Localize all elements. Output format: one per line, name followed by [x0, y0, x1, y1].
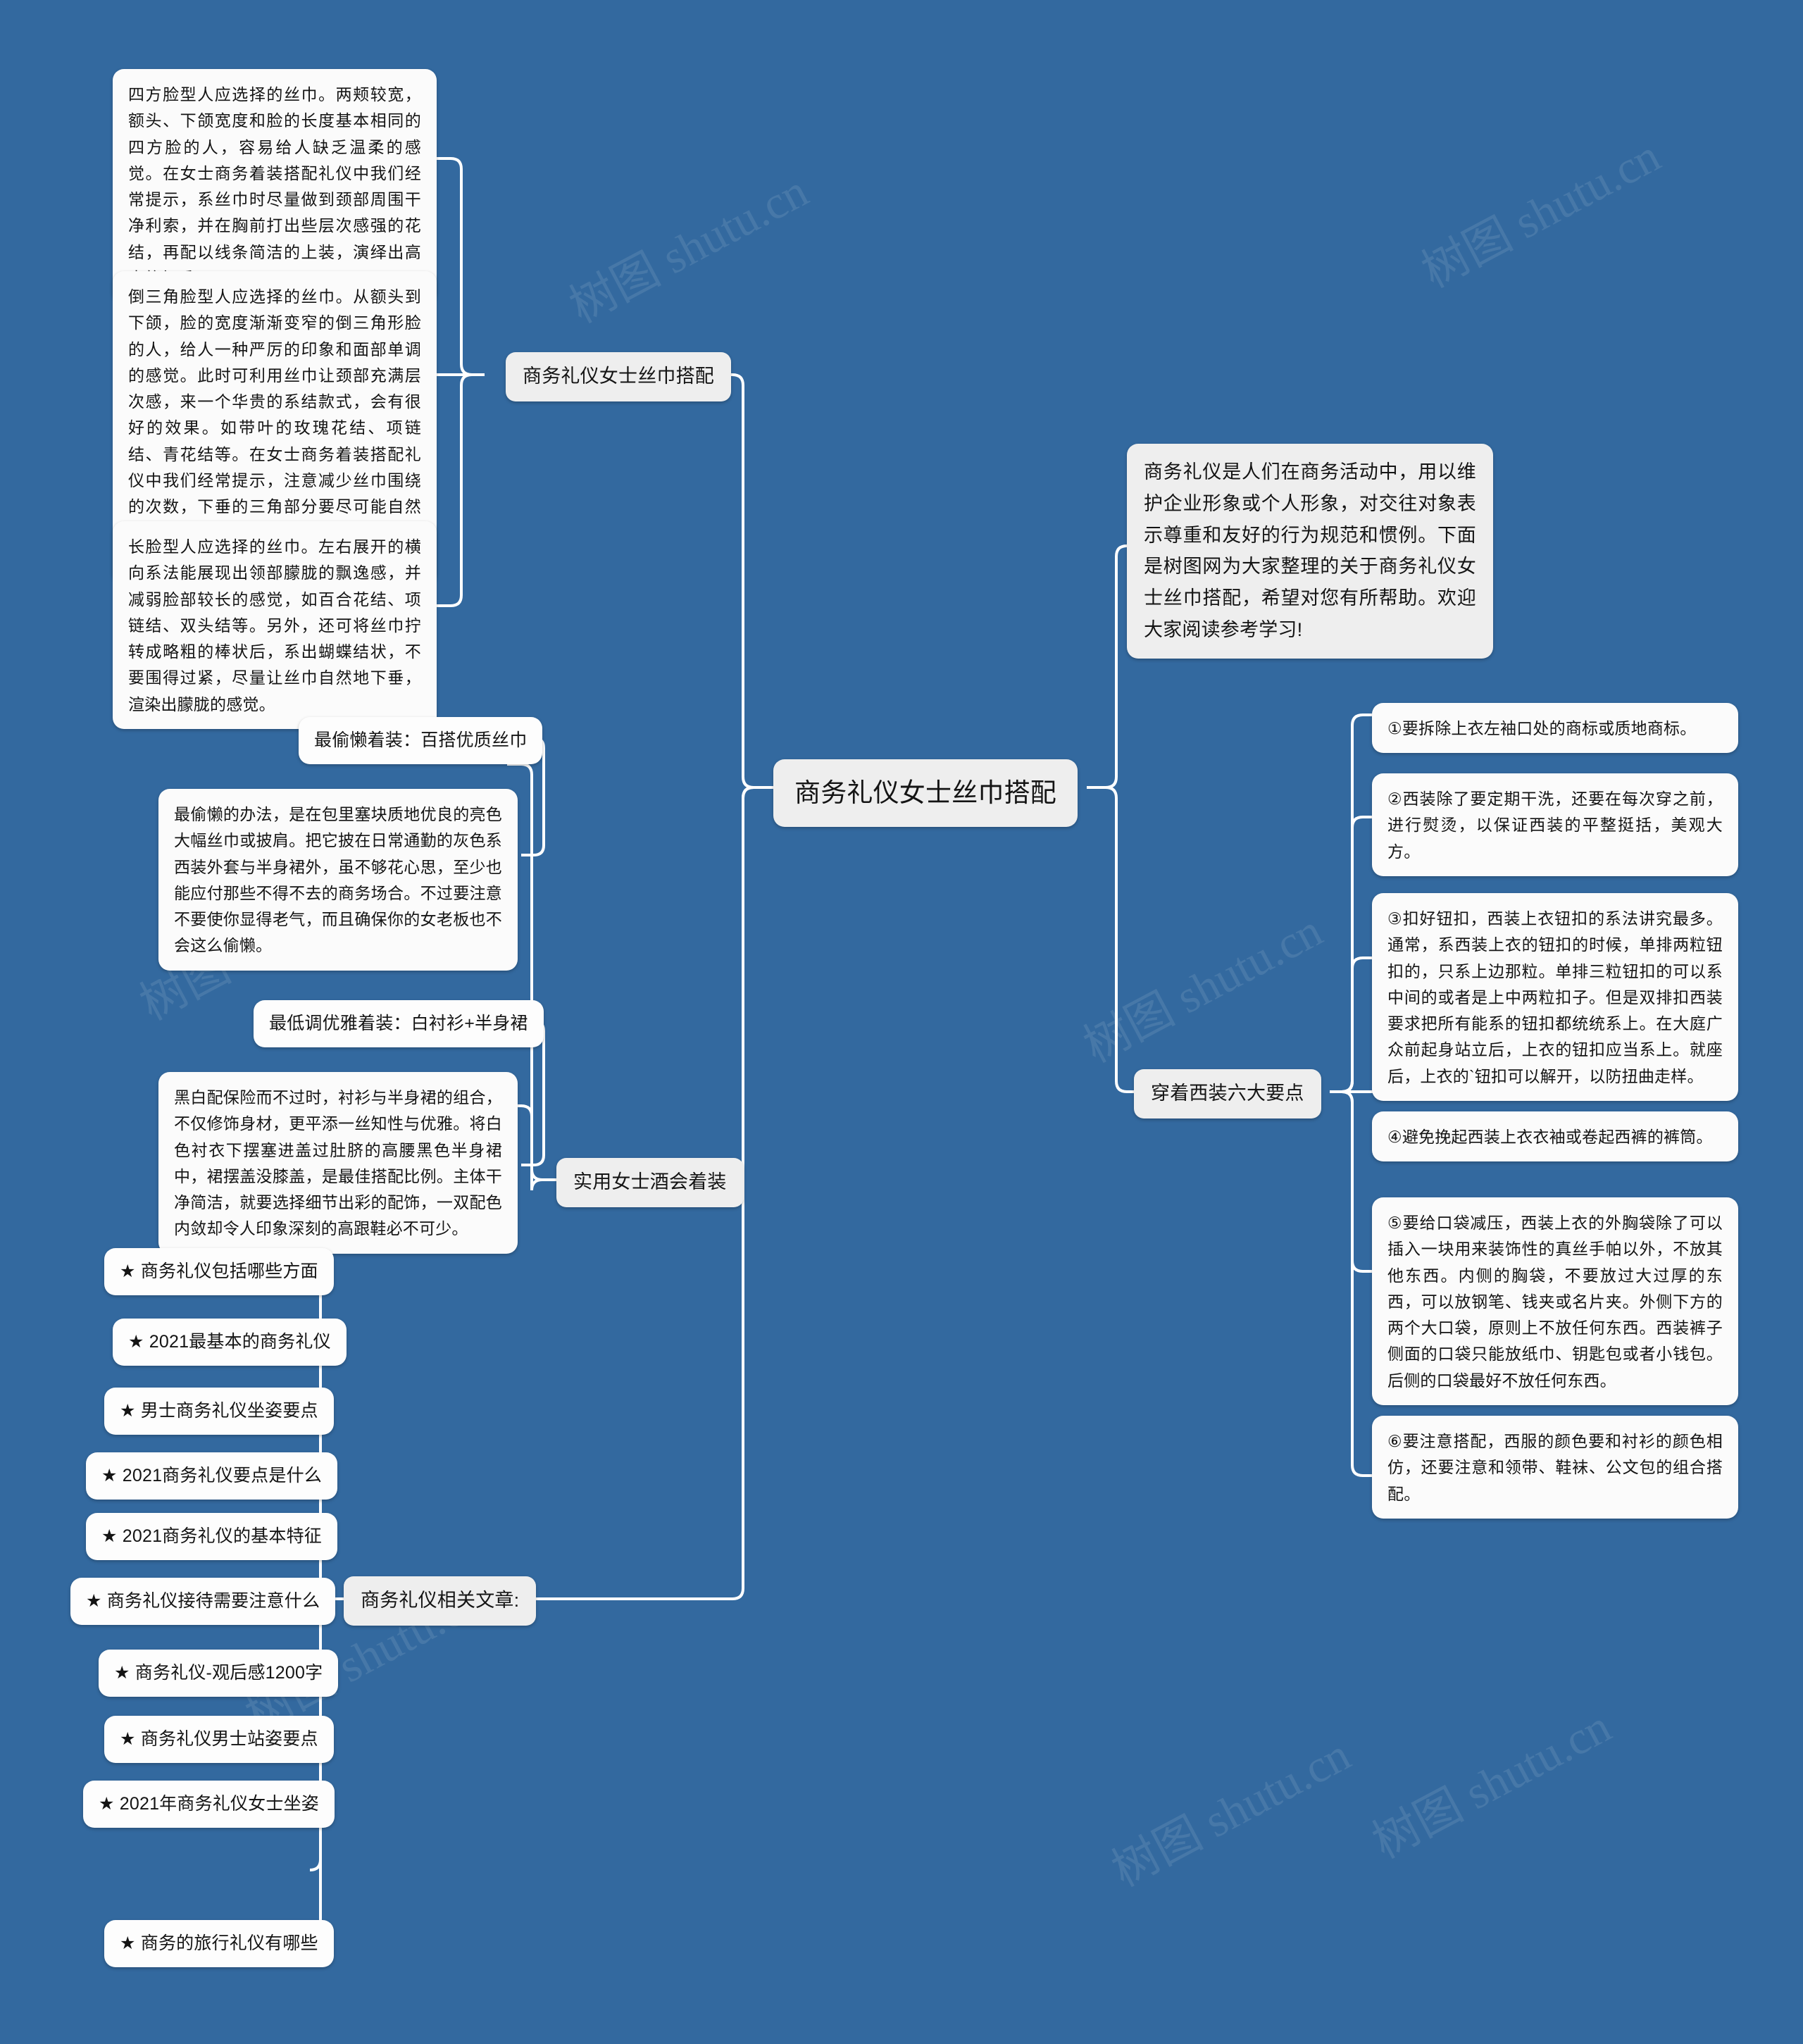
- related-article-item[interactable]: ★ 2021最基本的商务礼仪: [113, 1319, 347, 1366]
- watermark: 树图 shutu.cn: [1414, 130, 1668, 298]
- suit-point-item[interactable]: ③扣好钮扣，西装上衣钮扣的系法讲究最多。通常，系西装上衣的钮扣的时候，单排两粒钮…: [1372, 893, 1738, 1101]
- branch-label-scarf-pairing[interactable]: 商务礼仪女士丝巾搭配: [506, 352, 731, 401]
- suit-point-item[interactable]: ②西装除了要定期干洗，还要在每次穿之前，进行熨烫，以保证西装的平整挺括，美观大方…: [1372, 773, 1738, 876]
- related-article-item[interactable]: ★ 商务礼仪包括哪些方面: [104, 1248, 334, 1295]
- related-article-item[interactable]: ★ 商务的旅行礼仪有哪些: [104, 1920, 334, 1967]
- watermark: 树图 shutu.cn: [561, 165, 816, 333]
- branch-label-party-outfit[interactable]: 实用女士酒会着装: [556, 1158, 744, 1207]
- watermark: 树图 shutu.cn: [1104, 1728, 1359, 1897]
- suit-point-item[interactable]: ⑥要注意搭配，西服的颜色要和衬衫的颜色相仿，还要注意和领带、鞋袜、公文包的组合搭…: [1372, 1416, 1738, 1519]
- mindmap-canvas: 树图 shutu.cn 树图 shutu.cn 树图 shutu.cn 树图 s…: [0, 0, 1803, 2044]
- branch-label-suit-points[interactable]: 穿着西装六大要点: [1134, 1069, 1321, 1118]
- suit-point-item[interactable]: ④避免挽起西装上衣衣袖或卷起西裤的裤筒。: [1372, 1111, 1738, 1162]
- party-outfit-body[interactable]: 最偷懒的办法，是在包里塞块质地优良的亮色大幅丝巾或披肩。把它披在日常通勤的灰色系…: [158, 789, 518, 971]
- root-node[interactable]: 商务礼仪女士丝巾搭配: [773, 759, 1078, 827]
- intro-paragraph[interactable]: 商务礼仪是人们在商务活动中，用以维护企业形象或个人形象，对交往对象表示尊重和友好…: [1127, 444, 1493, 659]
- watermark: 树图 shutu.cn: [1364, 1700, 1619, 1869]
- watermark: 树图 shutu.cn: [1075, 904, 1330, 1073]
- scarf-pairing-item[interactable]: 四方脸型人应选择的丝巾。两颊较宽，额头、下颌宽度和脸的长度基本相同的四方脸的人，…: [113, 69, 437, 303]
- related-article-item[interactable]: ★ 商务礼仪男士站姿要点: [104, 1716, 334, 1763]
- suit-point-item[interactable]: ①要拆除上衣左袖口处的商标或质地商标。: [1372, 703, 1738, 754]
- related-article-item[interactable]: ★ 商务礼仪接待需要注意什么: [70, 1578, 336, 1625]
- branch-label-related-articles[interactable]: 商务礼仪相关文章:: [344, 1576, 537, 1626]
- party-outfit-heading[interactable]: 最低调优雅着装：白衬衫+半身裙: [254, 1000, 544, 1047]
- scarf-pairing-item[interactable]: 长脸型人应选择的丝巾。左右展开的横向系法能展现出领部朦胧的飘逸感，并减弱脸部较长…: [113, 521, 437, 729]
- party-outfit-heading[interactable]: 最偷懒着装：百搭优质丝巾: [299, 717, 543, 764]
- related-article-item[interactable]: ★ 商务礼仪-观后感1200字: [99, 1650, 339, 1697]
- suit-point-item[interactable]: ⑤要给口袋减压，西装上衣的外胸袋除了可以插入一块用来装饰性的真丝手帕以外，不放其…: [1372, 1197, 1738, 1405]
- related-article-item[interactable]: ★ 男士商务礼仪坐姿要点: [104, 1388, 334, 1435]
- party-outfit-body[interactable]: 黑白配保险而不过时，衬衫与半身裙的组合，不仅修饰身材，更平添一丝知性与优雅。将白…: [158, 1072, 518, 1254]
- related-article-item[interactable]: ★ 2021年商务礼仪女士坐姿: [83, 1781, 335, 1828]
- related-article-item[interactable]: ★ 2021商务礼仪的基本特征: [86, 1513, 337, 1560]
- related-article-item[interactable]: ★ 2021商务礼仪要点是什么: [86, 1452, 337, 1500]
